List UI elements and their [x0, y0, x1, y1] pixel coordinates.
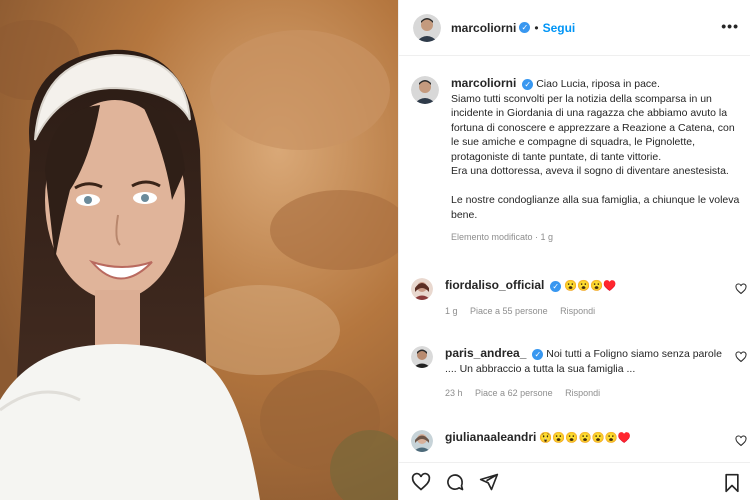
comment-time: 1 g: [445, 305, 458, 316]
caption-author-avatar[interactable]: [411, 76, 439, 104]
author-avatar-image: [413, 13, 441, 42]
commenter-avatar-image: [411, 278, 433, 300]
comment-like-heart-icon[interactable]: [735, 350, 747, 368]
follow-button[interactable]: Segui: [543, 21, 576, 35]
post-header: marcoliorni ✓ • Segui •••: [399, 0, 750, 56]
commenter-avatar-image: [411, 430, 433, 452]
comment-item: paris_andrea_ ✓ Noi tutti a Foligno siam…: [411, 346, 749, 401]
post-panel: marcoliorni ✓ • Segui ••• marcoliorni ✓ …: [398, 0, 750, 500]
verified-badge-icon: ✓: [519, 22, 531, 33]
author-avatar[interactable]: [413, 13, 441, 42]
comment-avatar[interactable]: [411, 430, 433, 452]
comment-avatar[interactable]: [411, 278, 433, 300]
share-icon[interactable]: [479, 472, 499, 492]
comment-time: 23 h: [445, 388, 463, 398]
heart-icon[interactable]: [411, 472, 431, 492]
author-username[interactable]: marcoliorni: [451, 21, 516, 35]
comment-icon[interactable]: [445, 472, 465, 492]
action-bar: [399, 462, 750, 500]
comment-avatar[interactable]: [411, 346, 433, 368]
comment-item: giulianaaleandri 😲😮😮😮😮😮♥️: [411, 430, 749, 452]
comment-body: giulianaaleandri 😲😮😮😮😮😮♥️: [445, 430, 725, 452]
comment-likes[interactable]: Piace a 62 persone: [475, 388, 553, 398]
comment-username[interactable]: fiordaliso_official: [445, 278, 544, 292]
comment-meta: 23 h Piace a 62 persone Rispondi: [445, 386, 725, 401]
reply-button[interactable]: Rispondi: [565, 388, 600, 398]
comment-item: fiordaliso_official ✓ 😮😮😮♥️ 1 g Piace a …: [411, 278, 749, 318]
post-edited-meta: Elemento modificato · 1 g: [451, 232, 554, 242]
comment-meta: 1 g Piace a 55 persone Rispondi: [445, 304, 725, 319]
woman-portrait-image: [0, 0, 398, 500]
post-caption: marcoliorni ✓ Ciao Lucia, riposa in pace…: [411, 76, 741, 245]
post-photo[interactable]: [0, 0, 398, 500]
caption-avatar-image: [411, 76, 439, 104]
separator-dot: •: [534, 20, 539, 35]
commenter-avatar-image: [411, 346, 433, 368]
comment-like-heart-icon[interactable]: [735, 434, 747, 452]
comment-body: paris_andrea_ ✓ Noi tutti a Foligno siam…: [445, 346, 725, 401]
comment-likes[interactable]: Piace a 55 persone: [470, 306, 548, 316]
reply-button[interactable]: Rispondi: [560, 306, 595, 316]
caption-username[interactable]: marcoliorni: [451, 76, 516, 90]
verified-badge-icon: ✓: [550, 280, 562, 292]
comment-body: fiordaliso_official ✓ 😮😮😮♥️ 1 g Piace a …: [445, 278, 725, 318]
verified-badge-icon: ✓: [532, 348, 544, 360]
verified-badge-icon: ✓: [522, 78, 534, 90]
bookmark-icon[interactable]: [723, 473, 741, 498]
comment-username[interactable]: paris_andrea_: [445, 346, 526, 360]
comment-like-heart-icon[interactable]: [735, 282, 747, 300]
comment-text: 😮😮😮♥️: [564, 280, 617, 292]
caption-text: Ciao Lucia, riposa in pace. Siamo tutti …: [451, 78, 740, 221]
comment-username[interactable]: giulianaaleandri: [445, 430, 536, 444]
caption-content: marcoliorni ✓ Ciao Lucia, riposa in pace…: [451, 76, 741, 245]
comment-text: 😲😮😮😮😮😮♥️: [539, 432, 631, 444]
more-options-icon[interactable]: •••: [721, 18, 739, 34]
